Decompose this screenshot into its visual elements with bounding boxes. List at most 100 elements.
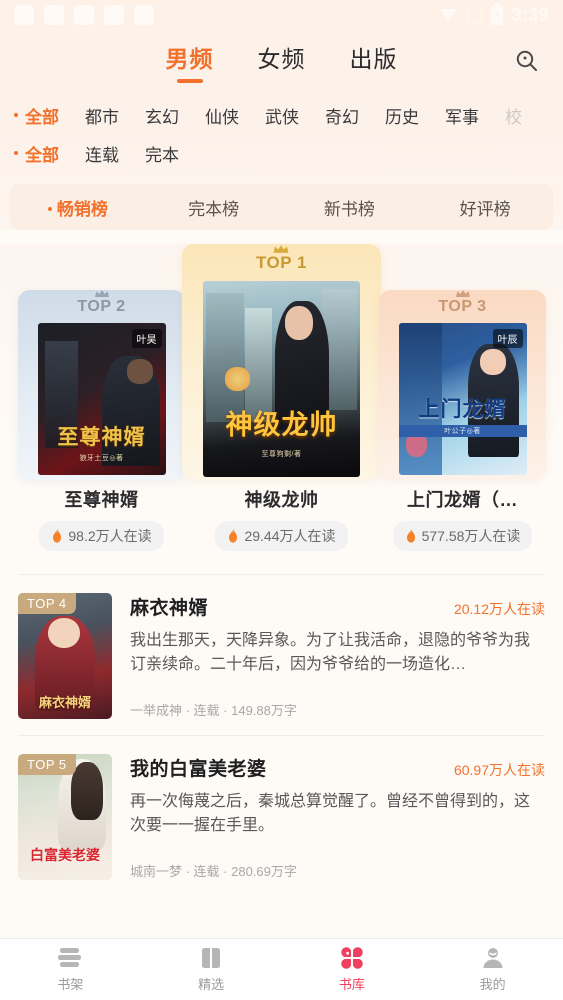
nav-bookshelf[interactable]: 书架 <box>0 946 141 993</box>
active-dot-icon <box>47 206 52 211</box>
podium-book-title-1: 神级龙帅 <box>244 490 319 510</box>
book-title: 麻衣神婿 <box>130 598 209 619</box>
podium-book-title-3: 上门龙婿（… <box>407 490 518 510</box>
rank-tab-new[interactable]: 新书榜 <box>282 195 418 220</box>
cover-title: 上门龙婿 <box>418 397 507 422</box>
status-filter-completed[interactable]: 完本 <box>132 141 192 166</box>
cover-title: 白富美老婆 <box>30 848 100 864</box>
flame-icon <box>406 529 415 543</box>
crown-icon <box>94 290 109 297</box>
clover-library-icon <box>339 946 365 970</box>
podium-card-rank-3[interactable]: TOP 3 叶辰 上门龙婿 叶公子◎著 <box>379 290 546 480</box>
book-cover: TOP 4 麻衣神婿 <box>18 593 112 719</box>
tab-label: 男频 <box>165 45 214 72</box>
podium-readers-pill-2: 98.2万人在读 <box>39 521 164 551</box>
list-item-header: 麻衣神婿 20.12万人在读 <box>130 593 545 620</box>
book-open-icon <box>199 946 223 970</box>
status-bar-right-icons: 3:39 <box>438 2 549 26</box>
rank-text: TOP 1 <box>255 253 307 272</box>
genre-filter-row[interactable]: 全部 都市 玄幻 仙侠 武侠 奇幻 历史 军事 校 <box>0 96 563 134</box>
header-zone: 3:39 男频 女频 出版 全部 都市 玄幻 仙侠 <box>0 0 563 230</box>
podium-card-rank-1[interactable]: TOP 1 神级龙帅 至尊狗剩/著 <box>182 244 381 480</box>
book-list: TOP 4 麻衣神婿 麻衣神婿 20.12万人在读 我出生那天，天降异象。为了让… <box>0 575 563 896</box>
rank-tab-bestseller[interactable]: 畅销榜 <box>10 195 146 220</box>
book-cover-rank-1: 神级龙帅 至尊狗剩/著 <box>203 281 360 477</box>
cover-title: 至尊神婿 <box>57 424 146 449</box>
list-item[interactable]: TOP 5 白富美老婆 我的白富美老婆 60.97万人在读 再一次侮蔑之后，秦城… <box>18 736 545 896</box>
status-bar-left-icons <box>14 5 154 25</box>
podium-rank-label-3: TOP 3 <box>438 290 487 316</box>
genre-filter-urban[interactable]: 都市 <box>72 103 132 128</box>
book-cover-rank-2: 叶昊 至尊神婿 狼牙土豆◎著 <box>37 323 166 475</box>
flame-icon <box>53 529 62 543</box>
rank-tab-label: 好评榜 <box>459 199 511 219</box>
status-icon-placeholder <box>44 5 64 25</box>
nav-featured[interactable]: 精选 <box>141 946 282 993</box>
cover-author: 叶公子◎著 <box>398 425 527 437</box>
cover-character-badge: 叶昊 <box>131 329 162 348</box>
genre-filter-xianxia[interactable]: 仙侠 <box>192 103 252 128</box>
tab-female-channel[interactable]: 女频 <box>258 40 306 83</box>
rank-text: TOP 2 <box>77 298 126 315</box>
status-bar-clock: 3:39 <box>511 4 549 25</box>
rank-tab-label: 畅销榜 <box>56 199 108 219</box>
list-item-body: 我的白富美老婆 60.97万人在读 再一次侮蔑之后，秦城总算觉醒了。曾经不曾得到… <box>130 754 545 880</box>
filter-section: 全部 都市 玄幻 仙侠 武侠 奇幻 历史 军事 校 全部 连载 完本 <box>0 92 563 178</box>
bookshelf-icon <box>57 946 83 970</box>
flame-icon <box>229 529 238 543</box>
genre-filter-campus[interactable]: 校 <box>492 103 535 128</box>
podium-readers-text-2: 98.2万人在读 <box>68 528 152 544</box>
main-tab-list: 男频 女频 出版 <box>166 40 398 83</box>
status-filter-all[interactable]: 全部 <box>12 141 72 166</box>
rank-tab-acclaimed[interactable]: 好评榜 <box>417 195 553 220</box>
cover-author: 至尊狗剩/著 <box>261 451 302 459</box>
tab-male-channel[interactable]: 男频 <box>166 40 214 83</box>
rank-tab-bar: 畅销榜 完本榜 新书榜 好评榜 <box>10 184 553 230</box>
readers-count: 20.12万人在读 <box>453 601 545 617</box>
status-bar: 3:39 <box>0 0 563 30</box>
book-description: 我出生那天，天降异象。为了让我活命，退隐的爷爷为我订亲续命。二十年后，因为爷爷给… <box>130 632 531 673</box>
person-icon <box>481 946 505 970</box>
search-icon <box>516 50 537 71</box>
book-cover: TOP 5 白富美老婆 <box>18 754 112 880</box>
podium-readers-text-1: 29.44万人在读 <box>244 528 336 544</box>
rank-text: TOP 3 <box>438 298 487 315</box>
podium-card-rank-2[interactable]: TOP 2 叶昊 至尊神婿 狼牙土豆◎著 <box>18 290 185 480</box>
status-icon-placeholder <box>134 5 154 25</box>
nav-library[interactable]: 书库 <box>282 946 423 993</box>
podium-readers-pill-3: 577.58万人在读 <box>392 521 533 551</box>
genre-filter-xuanhuan[interactable]: 玄幻 <box>132 103 192 128</box>
status-filter-row[interactable]: 全部 连载 完本 <box>0 134 563 172</box>
rank-tab-label: 新书榜 <box>323 199 375 219</box>
book-meta: 城南一梦 · 连载 · 280.69万字 <box>130 864 297 879</box>
genre-filter-history[interactable]: 历史 <box>372 103 432 128</box>
nav-mine[interactable]: 我的 <box>422 946 563 993</box>
genre-filter-fantasy[interactable]: 奇幻 <box>312 103 372 128</box>
crown-icon <box>274 245 289 253</box>
status-icon-placeholder <box>104 5 124 25</box>
battery-charging-icon <box>490 2 503 25</box>
podium-rank-label-2: TOP 2 <box>77 290 126 316</box>
readers-count: 60.97万人在读 <box>453 762 545 778</box>
status-filter-serializing[interactable]: 连载 <box>72 141 132 166</box>
status-icon-placeholder <box>74 5 94 25</box>
list-item-header: 我的白富美老婆 60.97万人在读 <box>130 754 545 781</box>
book-cover-rank-3: 叶辰 上门龙婿 叶公子◎著 <box>398 323 527 475</box>
list-item[interactable]: TOP 4 麻衣神婿 麻衣神婿 20.12万人在读 我出生那天，天降异象。为了让… <box>18 575 545 735</box>
podium-meta-rank-3: 上门龙婿（… 577.58万人在读 <box>379 486 546 551</box>
tab-label: 女频 <box>257 45 306 72</box>
crown-icon <box>455 290 470 297</box>
search-button[interactable] <box>509 43 545 79</box>
nav-label: 书库 <box>338 977 365 992</box>
rank-tab-completed[interactable]: 完本榜 <box>146 195 282 220</box>
podium-meta-rank-2: 至尊神婿 98.2万人在读 <box>18 486 185 551</box>
cover-title: 神级龙帅 <box>225 409 338 440</box>
genre-filter-military[interactable]: 军事 <box>432 103 492 128</box>
genre-filter-all[interactable]: 全部 <box>12 103 72 128</box>
tab-publishing[interactable]: 出版 <box>350 40 398 83</box>
genre-filter-wuxia[interactable]: 武侠 <box>252 103 312 128</box>
book-description: 再一次侮蔑之后，秦城总算觉醒了。曾经不曾得到的，这次要一一握在手里。 <box>130 793 531 834</box>
nav-label: 书架 <box>57 977 84 992</box>
cover-author: 狼牙土豆◎著 <box>79 454 124 462</box>
nav-label: 精选 <box>198 977 225 992</box>
